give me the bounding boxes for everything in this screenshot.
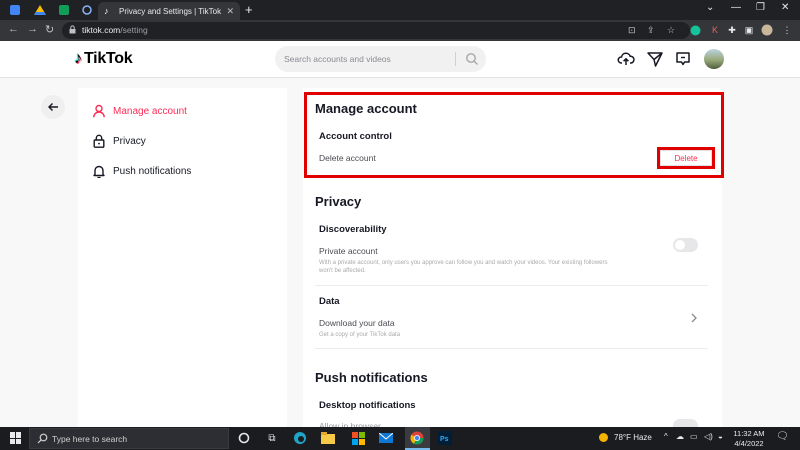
sidebar-item-label: Privacy bbox=[113, 135, 146, 147]
file-explorer-icon[interactable] bbox=[320, 430, 336, 446]
docs-icon[interactable] bbox=[6, 3, 24, 17]
cortana-icon[interactable] bbox=[236, 430, 252, 446]
lock-icon bbox=[93, 134, 105, 148]
search-icon bbox=[37, 433, 48, 444]
privacy-title: Privacy bbox=[315, 194, 362, 209]
sidebar-item-manage-account[interactable]: Manage account bbox=[92, 102, 187, 120]
sheets-icon[interactable] bbox=[55, 3, 73, 17]
battery-icon[interactable]: ▭ bbox=[690, 432, 698, 441]
sidebar-item-label: Manage account bbox=[113, 105, 187, 117]
bell-icon bbox=[93, 165, 105, 178]
tiktok-tab-icon: ♪ bbox=[104, 6, 109, 16]
discoverability-heading: Discoverability bbox=[319, 224, 387, 235]
tab-tiktok[interactable]: ♪ Privacy and Settings | TikTok ✕ bbox=[98, 2, 240, 20]
url-path: /setting bbox=[120, 25, 148, 35]
tiktok-note-icon: ♪ bbox=[74, 50, 82, 67]
private-account-label: Private account bbox=[319, 246, 378, 256]
inbox-icon[interactable] bbox=[674, 50, 692, 68]
highlight-delete-button bbox=[657, 147, 715, 169]
sidebar-item-push-notifications[interactable]: Push notifications bbox=[92, 162, 191, 180]
windows-start-icon[interactable] bbox=[10, 432, 22, 444]
taskbar-search-text: Type here to search bbox=[52, 434, 128, 444]
notifications-icon[interactable]: 🗨 bbox=[776, 431, 789, 442]
back-button[interactable] bbox=[41, 95, 65, 119]
taskbar-search[interactable]: Type here to search bbox=[29, 428, 229, 449]
onedrive-icon[interactable]: ☁ bbox=[676, 432, 684, 441]
lock-icon[interactable] bbox=[69, 25, 76, 34]
download-data-description: Get a copy of your TikTok data bbox=[319, 332, 401, 338]
clock-date: 4/4/2022 bbox=[734, 438, 764, 448]
allow-in-browser-toggle[interactable] bbox=[673, 419, 698, 427]
browser-tab-bar: ♪ Privacy and Settings | TikTok ✕ + ⌄ — … bbox=[0, 0, 800, 20]
push-notifications-title: Push notifications bbox=[315, 370, 428, 385]
address-toolbar: ← → ↻ tiktok.com/setting ⊡ ⇪ ☆ K ✚ ▣ ⋮ bbox=[0, 20, 800, 41]
person-icon bbox=[93, 104, 105, 118]
private-account-description-cont: won't be affected. bbox=[319, 268, 366, 274]
windows-taskbar: Type here to search ⧉ Ps 78°F Haze ^ ☁ ▭… bbox=[0, 427, 800, 450]
arrow-left-icon bbox=[48, 103, 58, 111]
download-data-label[interactable]: Download your data bbox=[319, 318, 395, 328]
sidebar-item-privacy[interactable]: Privacy bbox=[92, 132, 146, 150]
private-account-toggle[interactable] bbox=[673, 238, 698, 252]
forward-icon[interactable]: → bbox=[27, 23, 38, 35]
extensions-icon[interactable]: ✚ bbox=[725, 23, 739, 37]
search-input[interactable] bbox=[284, 51, 444, 67]
weather-text[interactable]: 78°F Haze bbox=[614, 433, 652, 442]
mail-icon[interactable] bbox=[378, 430, 394, 446]
close-tab-icon[interactable]: ✕ bbox=[226, 6, 234, 17]
install-icon[interactable]: ⊡ bbox=[628, 25, 636, 36]
edge-icon[interactable] bbox=[292, 430, 308, 446]
photoshop-icon[interactable]: Ps bbox=[437, 430, 453, 446]
minimize-icon[interactable]: — bbox=[731, 2, 741, 13]
profile-icon[interactable] bbox=[760, 23, 774, 37]
upload-icon[interactable] bbox=[617, 50, 635, 68]
task-view-icon[interactable]: ⧉ bbox=[264, 430, 280, 446]
search-icon[interactable] bbox=[465, 52, 479, 66]
toggle-knob bbox=[675, 240, 685, 250]
tab-title: Privacy and Settings | TikTok bbox=[119, 6, 222, 16]
desktop-notifications-heading: Desktop notifications bbox=[319, 400, 416, 411]
site-header: ♪ TikTok bbox=[0, 41, 800, 78]
system-clock[interactable]: 11:32 AM 4/4/2022 bbox=[728, 429, 770, 448]
menu-icon[interactable]: ⋮ bbox=[780, 23, 794, 37]
new-tab-icon[interactable]: + bbox=[245, 3, 253, 17]
close-window-icon[interactable]: ✕ bbox=[781, 2, 789, 13]
reload-icon[interactable]: ↻ bbox=[45, 23, 54, 36]
sidebar-item-label: Push notifications bbox=[113, 165, 192, 177]
star-icon[interactable]: ☆ bbox=[667, 25, 675, 36]
chrome-icon[interactable] bbox=[409, 430, 425, 446]
svg-text:Ps: Ps bbox=[440, 436, 449, 443]
back-icon[interactable]: ← bbox=[8, 23, 19, 35]
store-icon[interactable] bbox=[350, 430, 366, 446]
chevron-right-icon[interactable] bbox=[690, 313, 698, 323]
tab-search-icon[interactable]: ⌄ bbox=[706, 2, 714, 13]
network-icon[interactable]: ◒ bbox=[718, 432, 723, 441]
grammarly-icon[interactable] bbox=[688, 23, 702, 37]
cloud-icon[interactable] bbox=[78, 3, 96, 17]
section-divider bbox=[315, 348, 708, 349]
sidepanel-icon[interactable]: ▣ bbox=[742, 23, 756, 37]
weather-icon[interactable] bbox=[598, 432, 609, 445]
share-icon[interactable]: ⇪ bbox=[647, 25, 655, 36]
tiktok-logo[interactable]: ♪ TikTok bbox=[74, 50, 133, 68]
logo-text: TikTok bbox=[84, 50, 133, 67]
search-bar bbox=[275, 46, 486, 72]
url-bar[interactable]: tiktok.com/setting ⊡ ⇪ ☆ bbox=[62, 22, 690, 39]
section-divider bbox=[315, 285, 708, 286]
restore-icon[interactable]: ❐ bbox=[756, 2, 765, 13]
messages-icon[interactable] bbox=[646, 50, 664, 68]
search-divider bbox=[455, 52, 456, 66]
avatar[interactable] bbox=[704, 49, 724, 69]
clock-time: 11:32 AM bbox=[733, 429, 765, 438]
url-host: tiktok.com bbox=[82, 25, 121, 35]
extension-k-icon[interactable]: K bbox=[708, 23, 722, 37]
volume-icon[interactable]: ◁) bbox=[704, 432, 713, 441]
data-heading: Data bbox=[319, 296, 340, 307]
drive-icon[interactable] bbox=[31, 3, 49, 17]
tray-overflow-icon[interactable]: ^ bbox=[664, 432, 668, 441]
